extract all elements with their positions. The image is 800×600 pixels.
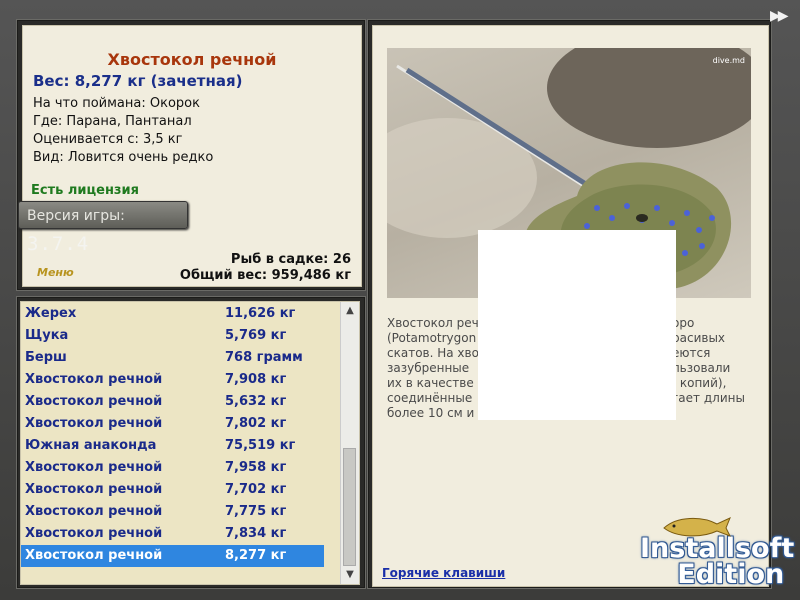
list-item-name: Щука: [25, 328, 69, 343]
fish-weight: Вес: 8,277 кг (зачетная): [33, 72, 243, 90]
desc-line: соединённые: [387, 391, 473, 405]
desc-line: (Potamotrygon: [387, 331, 477, 345]
list-item-name: Хвостокол речной: [25, 548, 163, 563]
list-item-name: Хвостокол речной: [25, 482, 163, 497]
hotkeys-link[interactable]: Горячие клавиши: [382, 566, 505, 580]
menu-button[interactable]: Меню: [37, 266, 74, 279]
list-item[interactable]: Хвостокол речной 7,802 кг: [21, 413, 324, 435]
desc-line: скатов. На хво: [387, 346, 479, 360]
desc-line-end: льзовали: [672, 361, 731, 375]
scroll-down-icon[interactable]: ▼: [341, 566, 359, 584]
cage-stats: Рыб в садке: 26 Общий вес: 959,486 кг: [180, 252, 351, 284]
detail-scored-from: Оценивается с: 3,5 кг: [33, 132, 183, 147]
list-item-weight: 7,702 кг: [225, 482, 287, 497]
desc-line-end: оро: [672, 316, 695, 330]
list-item-name: Хвостокол речной: [25, 460, 163, 475]
list-item-name: Берш: [25, 350, 67, 365]
fish-in-cage: Рыб в садке: 26: [230, 252, 351, 267]
version-badge: Версия игры: 3.7.4: [18, 201, 188, 255]
fast-forward-icon[interactable]: ▶▶: [770, 8, 788, 24]
list-item-weight: 7,802 кг: [225, 416, 287, 431]
list-item[interactable]: Хвостокол речной 7,958 кг: [21, 457, 324, 479]
list-item[interactable]: Хвостокол речной 7,834 кг: [21, 523, 324, 545]
desc-line: их в качестве: [387, 376, 474, 390]
list-item-name: Южная анаконда: [25, 438, 157, 453]
desc-line-end: еются: [672, 346, 711, 360]
watermark-logo: Installsoft Edition: [640, 517, 794, 590]
list-item-weight: 11,626 кг: [225, 306, 296, 321]
list-item[interactable]: Хвостокол речной 7,702 кг: [21, 479, 324, 501]
list-item-weight: 7,775 кг: [225, 504, 287, 519]
list-item-weight: 7,958 кг: [225, 460, 287, 475]
list-item-selected[interactable]: Хвостокол речной 8,277 кг: [21, 545, 324, 567]
list-item[interactable]: Хвостокол речной 7,775 кг: [21, 501, 324, 523]
list-item-name: Хвостокол речной: [25, 372, 163, 387]
list-item[interactable]: Берш 768 грамм: [21, 347, 324, 369]
fish-logo-icon: [663, 517, 732, 537]
list-item-name: Жерех: [25, 306, 77, 321]
scroll-up-icon[interactable]: ▲: [341, 302, 359, 320]
watermark-line-2: Edition: [677, 559, 785, 590]
desc-line: зазубренные: [387, 361, 470, 375]
detail-location: Где: Парана, Пантанал: [33, 114, 192, 129]
fish-title: Хвостокол речной: [107, 50, 277, 69]
list-item[interactable]: Щука 5,769 кг: [21, 325, 324, 347]
list-item-name: Хвостокол речной: [25, 504, 163, 519]
catch-list[interactable]: Жерех 11,626 кг Щука 5,769 кг Берш 768 грам…: [20, 301, 360, 585]
version-number: 3.7.4: [27, 233, 90, 255]
desc-line-end: : копий),: [672, 376, 727, 390]
list-scrollbar[interactable]: ▲ ▼: [340, 302, 359, 584]
total-weight: Общий вес: 959,486 кг: [179, 268, 351, 283]
list-item[interactable]: Хвостокол речной 7,908 кг: [21, 369, 324, 391]
list-item-name: Хвостокол речной: [25, 416, 163, 431]
list-item-weight: 75,519 кг: [225, 438, 296, 453]
list-item-weight: 5,769 кг: [225, 328, 287, 343]
detail-bait: На что поймана: Окорок: [33, 96, 200, 111]
desc-line-end: расивых: [672, 331, 726, 345]
list-item-weight: 7,834 кг: [225, 526, 287, 541]
fish-detail-panel: dive.md Хвостокол реч (Potamotrygon скат…: [372, 25, 769, 587]
list-item-weight: 8,277 кг: [225, 548, 287, 563]
desc-line: более 10 см и: [387, 406, 475, 420]
list-item-name: Хвостокол речной: [25, 394, 163, 409]
list-item-weight: 7,908 кг: [225, 372, 287, 387]
list-item[interactable]: Жерех 11,626 кг: [21, 303, 324, 325]
desc-line: Хвостокол реч: [387, 316, 479, 330]
blank-overlay: [478, 230, 676, 420]
scroll-thumb[interactable]: [343, 448, 356, 566]
version-label: Версия игры:: [27, 208, 125, 224]
list-item[interactable]: Хвостокол речной 5,632 кг: [21, 391, 324, 413]
detail-rarity: Вид: Ловится очень редко: [33, 150, 214, 165]
list-item-weight: 5,632 кг: [225, 394, 287, 409]
license-status: Есть лицензия: [31, 183, 139, 198]
desc-line-end: гает длины: [672, 391, 745, 405]
list-item[interactable]: Южная анаконда 75,519 кг: [21, 435, 324, 457]
photo-credit: dive.md: [712, 56, 745, 65]
list-item-weight: 768 грамм: [225, 350, 303, 365]
list-item-name: Хвостокол речной: [25, 526, 163, 541]
